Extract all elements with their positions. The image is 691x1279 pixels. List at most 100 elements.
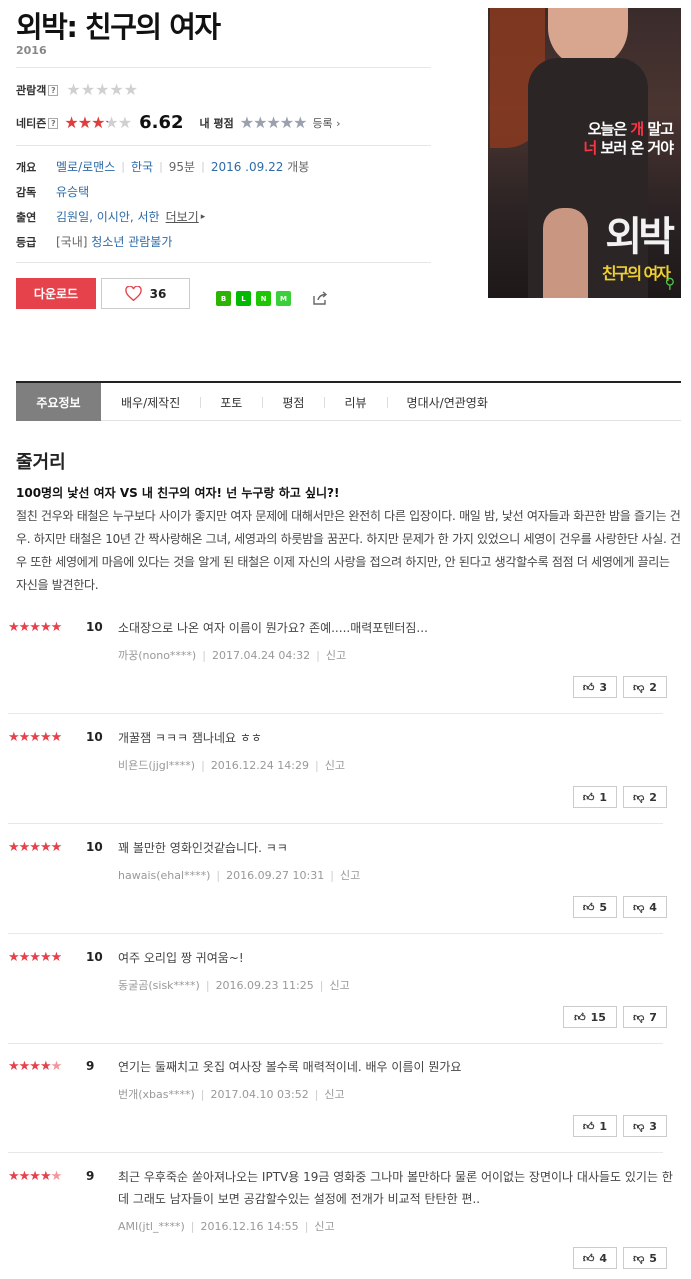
review-user[interactable]: 동굴곰(sisk****) xyxy=(118,979,200,992)
info-key: 개요 xyxy=(16,160,37,174)
thumbs-up-icon: 👍︎ xyxy=(582,1251,595,1265)
thumbs-down-icon: 👎︎ xyxy=(633,1251,645,1265)
review-score: 9 xyxy=(86,1059,95,1073)
review-stars: ★★★★★ xyxy=(8,730,62,745)
tab-bar: 주요정보 배우/제작진 포토 평점 리뷰 명대사/연관영화 xyxy=(16,383,681,421)
share-icons: B L N M xyxy=(216,291,291,306)
review-user[interactable]: hawais(ehal****) xyxy=(118,869,210,882)
review-text: 최근 우후죽순 쏟아져나오는 IPTV용 19금 영화중 그나마 볼만하다 물론… xyxy=(118,1170,673,1206)
report-link[interactable]: 신고 xyxy=(326,649,346,662)
tab-quotes-related[interactable]: 명대사/연관영화 xyxy=(386,383,508,421)
help-icon[interactable]: ? xyxy=(48,117,59,129)
thumbs-down-icon: 👎︎ xyxy=(633,680,645,694)
upvote-button[interactable]: 👍︎ 1 xyxy=(573,786,617,808)
downvote-button[interactable]: 👎︎ 2 xyxy=(623,676,667,698)
review-meta: hawais(ehal****) | 2016.09.27 10:31 | 신고 xyxy=(118,869,361,882)
review-meta: 동굴곰(sisk****) | 2016.09.23 11:25 | 신고 xyxy=(118,979,350,992)
like-button[interactable]: 36 xyxy=(101,278,190,309)
director-link[interactable]: 유승택 xyxy=(56,183,89,200)
netizen-rating: 네티즌? ★★★★★ 6.62 내 평점 ★★★★★ 등록 › xyxy=(16,112,341,133)
report-link[interactable]: 신고 xyxy=(340,869,360,882)
upvote-button[interactable]: 👍︎ 1 xyxy=(573,1115,617,1137)
genre-link[interactable]: 멜로/로맨스 xyxy=(56,158,115,175)
review-user[interactable]: 비욘드(jjgl****) xyxy=(118,759,195,772)
cast-link[interactable]: 김원일, 이시안, 서한 xyxy=(56,208,160,225)
movie-info: 개요 멜로/로맨스 | 한국 | 95분 | 2016 .09.22 개봉 감독 유승… xyxy=(16,154,431,254)
review-text: 개꿀잼 ㅋㅋㅋ 잼나네요 ㅎㅎ xyxy=(118,731,262,745)
register-link[interactable]: 등록 › xyxy=(312,115,340,131)
thumbs-down-icon: 👎︎ xyxy=(633,1010,645,1024)
upvote-button[interactable]: 👍︎ 4 xyxy=(573,1247,617,1269)
review-date: 2016.12.16 14:55 xyxy=(200,1220,299,1233)
info-rating: 등급 [국내] 청소년 관람불가 xyxy=(16,229,431,254)
divider xyxy=(16,262,431,263)
divider xyxy=(8,823,663,824)
review-score: 10 xyxy=(86,620,103,634)
review-user[interactable]: AMI(jtl_****) xyxy=(118,1220,185,1233)
divider xyxy=(8,933,663,934)
band-icon[interactable]: B xyxy=(216,291,231,306)
review-score: 10 xyxy=(86,840,103,854)
synopsis-subtitle: 100명의 낯선 여자 VS 내 친구의 여자! 넌 누구랑 하고 싶니?! xyxy=(16,486,340,500)
line-icon[interactable]: L xyxy=(236,291,251,306)
review-date: 2017.04.24 04:32 xyxy=(211,649,311,662)
release-date-link[interactable]: 2016 .09.22 xyxy=(211,160,284,174)
review-text: 소대장으로 나온 여자 이름이 뭔가요? 존예.....매력포텐터짐... xyxy=(118,621,428,635)
tab-review[interactable]: 리뷰 xyxy=(324,383,386,421)
downvote-button[interactable]: 👎︎ 2 xyxy=(623,786,667,808)
audience-stars: ★★★★★ xyxy=(66,80,139,99)
review-stars: ★★★★★ xyxy=(8,1169,62,1184)
poster-title: 외박 xyxy=(605,214,675,260)
info-cast: 출연 김원일, 이시안, 서한 더보기 ▸ xyxy=(16,204,431,229)
tab-rating[interactable]: 평점 xyxy=(262,383,324,421)
zoom-icon[interactable]: ⚲ xyxy=(665,276,675,292)
review-date: 2017.04.10 03:52 xyxy=(210,1088,309,1101)
thumbs-up-icon: 👍︎ xyxy=(574,1010,586,1024)
divider xyxy=(8,1043,663,1044)
upvote-button[interactable]: 👍︎ 15 xyxy=(563,1006,617,1028)
review-text: 연기는 둘째치고 옷집 여사장 볼수록 매력적이네. 배우 이름이 뭔가요 xyxy=(118,1060,462,1074)
share-icon[interactable] xyxy=(312,290,328,306)
report-link[interactable]: 신고 xyxy=(324,1088,344,1101)
review-score: 10 xyxy=(86,730,103,744)
downvote-button[interactable]: 👎︎ 4 xyxy=(623,896,667,918)
tab-cast-crew[interactable]: 배우/제작진 xyxy=(101,383,200,421)
info-director: 감독 유승택 xyxy=(16,179,431,204)
help-icon[interactable]: ? xyxy=(48,84,59,96)
download-button[interactable]: 다운로드 xyxy=(16,278,96,309)
netizen-label: 네티즌? xyxy=(16,115,59,131)
report-link[interactable]: 신고 xyxy=(329,979,349,992)
info-key: 등급 xyxy=(16,235,37,249)
movie-year: 2016 xyxy=(16,44,47,57)
thumbs-down-icon: 👎︎ xyxy=(633,900,645,914)
downvote-button[interactable]: 👎︎ 3 xyxy=(623,1115,667,1137)
review-date: 2016.09.27 10:31 xyxy=(226,869,325,882)
report-link[interactable]: 신고 xyxy=(314,1220,334,1233)
divider xyxy=(8,713,663,714)
like-count: 36 xyxy=(149,286,167,301)
review-stars: ★★★★★ xyxy=(8,620,62,635)
review-user[interactable]: 번개(xbas****) xyxy=(118,1088,195,1101)
downvote-button[interactable]: 👎︎ 7 xyxy=(623,1006,667,1028)
my-rating-stars[interactable]: ★★★★★ xyxy=(240,113,308,132)
report-link[interactable]: 신고 xyxy=(325,759,345,772)
tab-main-info[interactable]: 주요정보 xyxy=(16,383,101,421)
tab-photo[interactable]: 포토 xyxy=(200,383,262,421)
review-user[interactable]: 까꿍(nono****) xyxy=(118,649,196,662)
more-link[interactable]: 더보기 xyxy=(166,208,199,225)
review-score: 10 xyxy=(86,950,103,964)
bookmark-icon[interactable]: N xyxy=(256,291,271,306)
country-link[interactable]: 한국 xyxy=(131,158,153,175)
upvote-button[interactable]: 👍︎ 5 xyxy=(573,896,617,918)
review-stars: ★★★★★ xyxy=(8,1059,62,1074)
memo-icon[interactable]: M xyxy=(276,291,291,306)
thumbs-down-icon: 👎︎ xyxy=(633,790,645,804)
review-text: 여주 오리입 짱 귀여움~! xyxy=(118,951,244,965)
upvote-button[interactable]: 👍︎ 3 xyxy=(573,676,617,698)
rating-link[interactable]: 청소년 관람불가 xyxy=(91,233,172,250)
netizen-stars: ★★★★★ xyxy=(64,113,132,132)
downvote-button[interactable]: 👎︎ 5 xyxy=(623,1247,667,1269)
movie-poster[interactable]: 오늘은 개 말고 너 보러 온 거야 외박 친구의 여자 ⚲ xyxy=(488,8,681,298)
review-meta: AMI(jtl_****) | 2016.12.16 14:55 | 신고 xyxy=(118,1220,335,1233)
review-meta: 까꿍(nono****) | 2017.04.24 04:32 | 신고 xyxy=(118,649,347,662)
